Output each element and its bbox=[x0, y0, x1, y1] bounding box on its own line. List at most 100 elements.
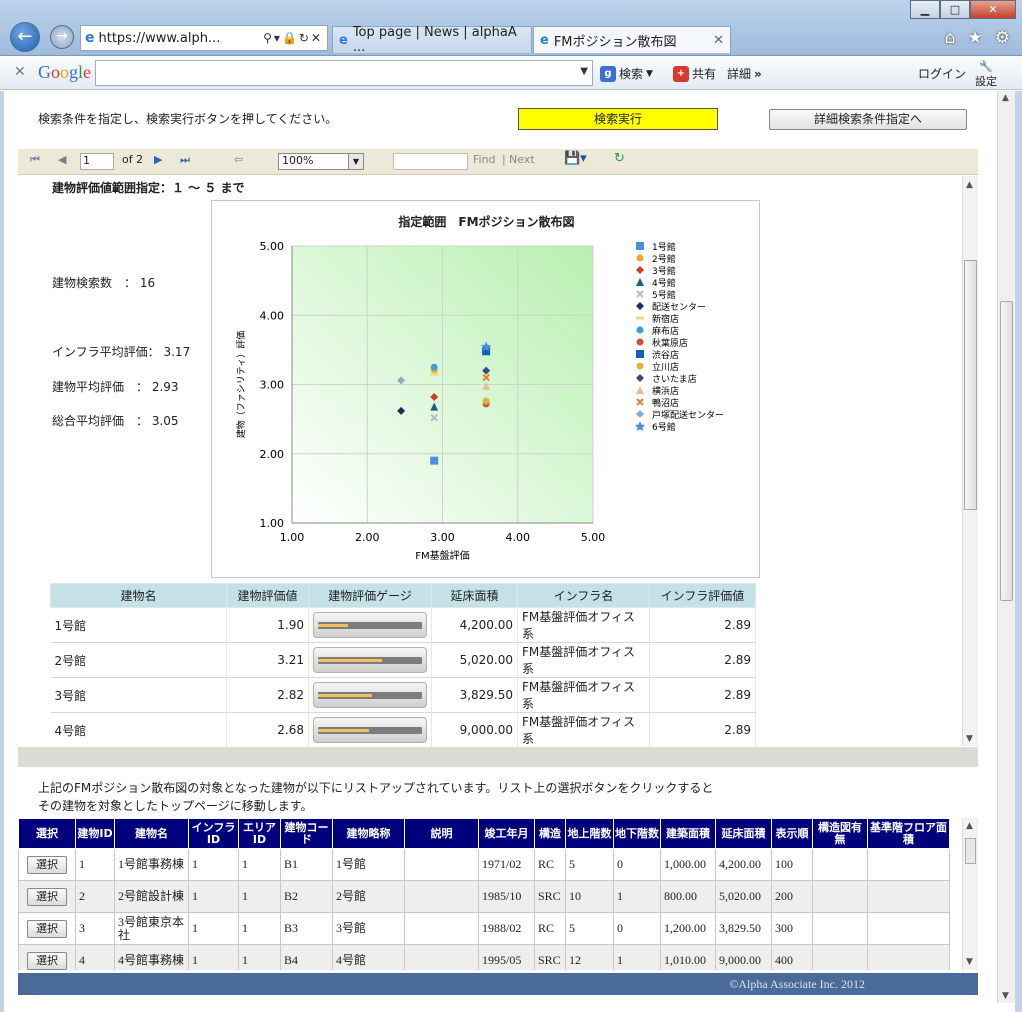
scroll-up-icon[interactable]: ▲ bbox=[966, 821, 973, 831]
legend-label: 麻布店 bbox=[652, 325, 679, 337]
legend-marker bbox=[636, 350, 644, 358]
google-search-button[interactable]: g 検索 ▼ bbox=[600, 65, 653, 82]
refresh-icon[interactable]: ↻ bbox=[614, 151, 625, 166]
google-search-input[interactable]: ▼ bbox=[95, 60, 593, 86]
select-button[interactable]: 選択 bbox=[27, 919, 67, 938]
list-scroll-thumb[interactable] bbox=[965, 838, 976, 864]
legend-label: 4号館 bbox=[652, 277, 676, 289]
list-col-header: 建築面積 bbox=[660, 818, 716, 849]
list-cell: 3号館 bbox=[332, 912, 405, 945]
tab-top-page[interactable]: e Top page | News | alphaA ... bbox=[332, 25, 532, 55]
list-cell: 1号館 bbox=[332, 848, 405, 881]
select-button[interactable]: 選択 bbox=[27, 855, 67, 874]
stat-label: 建物検索数 ： bbox=[52, 276, 137, 290]
legend-label: 3号館 bbox=[652, 265, 676, 277]
legend-label: 6号館 bbox=[652, 421, 676, 433]
list-cell: 1 bbox=[238, 880, 281, 913]
list-cell: 3号館東京本社 bbox=[114, 912, 189, 945]
address-bar[interactable]: e https://www.alph... ⚲▾🔒↻✕ bbox=[80, 25, 328, 51]
scroll-up-icon[interactable]: ▲ bbox=[1002, 93, 1009, 103]
select-button[interactable]: 選択 bbox=[27, 951, 67, 970]
list-scrollbar[interactable]: ▲ ▼ bbox=[962, 818, 978, 970]
report-scroll-thumb[interactable] bbox=[964, 260, 977, 510]
y-axis-label: 建物（ファシリティ）評価 bbox=[235, 331, 247, 438]
building-name-cell: 2号館 bbox=[50, 642, 227, 678]
page-scroll-thumb[interactable] bbox=[1000, 301, 1013, 601]
y-tick-label: 5.00 bbox=[260, 240, 285, 253]
back-to-parent-icon[interactable]: ⇦ bbox=[234, 153, 243, 166]
building-list-table: 選択 建物ID 建物名 インフラID エリアID 建物コード 建物略称 説明 竣工年月 構造 地上階… bbox=[18, 818, 950, 970]
list-col-header: 地下階数 bbox=[613, 818, 661, 849]
list-row: 選択 4 4号館事務棟 1 1 B4 4号館 1995/05 SRC 12 1 1,010.00 9,0… bbox=[18, 944, 950, 970]
infra-name-cell: FM基盤評価オフィス系 bbox=[517, 642, 650, 678]
google-login-button[interactable]: ログイン bbox=[918, 65, 966, 82]
chevron-down-icon[interactable]: ▼ bbox=[348, 154, 363, 169]
list-cell bbox=[404, 880, 479, 913]
gear-icon[interactable]: ⚙ bbox=[995, 28, 1010, 48]
find-input[interactable] bbox=[393, 153, 468, 170]
list-cell: 1号館事務棟 bbox=[114, 848, 189, 881]
list-col-header: 建物コード bbox=[280, 818, 333, 849]
select-cell: 選択 bbox=[18, 944, 76, 970]
scroll-down-icon[interactable]: ▼ bbox=[1002, 991, 1009, 1001]
scroll-down-icon[interactable]: ▼ bbox=[966, 734, 973, 744]
minimize-button[interactable]: ▁ bbox=[910, 0, 940, 19]
gauge-track bbox=[318, 657, 422, 664]
note-line-2: その建物を対象としたトップページに移動します。 bbox=[38, 799, 313, 813]
address-controls-icon[interactable]: ⚲▾🔒↻✕ bbox=[263, 31, 323, 45]
last-page-icon[interactable]: ⏭ bbox=[180, 153, 190, 167]
stat-infra-avg: インフラ平均評価： 3.17 bbox=[52, 343, 190, 360]
infra-name-cell: FM基盤評価オフィス系 bbox=[517, 607, 650, 643]
footer: ©Alpha Associate Inc. 2012 bbox=[18, 973, 978, 995]
scroll-up-icon[interactable]: ▲ bbox=[966, 180, 973, 190]
next-link[interactable]: Next bbox=[509, 153, 535, 166]
stat-total-avg: 総合平均評価 ： 3.05 bbox=[52, 412, 179, 429]
zoom-select[interactable]: 100% ▼ bbox=[278, 153, 364, 170]
range-label: 建物評価値範囲指定：１ ～ ５ まで bbox=[52, 181, 245, 195]
list-cell: 1988/02 bbox=[478, 912, 535, 945]
home-icon[interactable]: ⌂ bbox=[945, 28, 956, 48]
gauge-fill bbox=[318, 624, 349, 627]
google-detail-button[interactable]: 詳細» bbox=[727, 65, 762, 82]
maximize-button[interactable]: □ bbox=[940, 0, 970, 19]
prev-page-icon[interactable]: ◀ bbox=[58, 153, 66, 166]
list-cell: 10 bbox=[565, 880, 614, 913]
x-axis-label: FM基盤評価 bbox=[415, 549, 469, 562]
scatter-point bbox=[430, 372, 439, 376]
legend-marker bbox=[636, 398, 644, 406]
close-tab-icon[interactable]: ✕ bbox=[713, 33, 724, 48]
page-number-input[interactable]: 1 bbox=[80, 153, 114, 170]
list-cell bbox=[867, 880, 950, 913]
tab-scatter[interactable]: e FMポジション散布図 ✕ bbox=[533, 26, 731, 53]
find-separator: | bbox=[502, 153, 506, 166]
back-button[interactable]: ← bbox=[10, 22, 40, 52]
report-scrollbar[interactable]: ▲ ▼ bbox=[962, 176, 978, 746]
chevron-down-icon[interactable]: ▼ bbox=[580, 66, 588, 77]
favorites-star-icon[interactable]: ★ bbox=[968, 28, 983, 48]
legend-marker bbox=[636, 254, 644, 262]
list-cell: 1,000.00 bbox=[660, 848, 716, 881]
scroll-down-icon[interactable]: ▼ bbox=[966, 957, 973, 967]
select-button[interactable]: 選択 bbox=[27, 887, 67, 906]
google-share-button[interactable]: + 共有 bbox=[673, 65, 716, 82]
detail-search-button[interactable]: 詳細検索条件指定へ bbox=[769, 109, 967, 130]
export-save-icon[interactable]: 💾▾ bbox=[564, 151, 587, 166]
stat-building-avg: 建物平均評価 ： 2.93 bbox=[52, 378, 179, 395]
close-toolbar-icon[interactable]: ✕ bbox=[14, 64, 26, 80]
search-run-button[interactable]: 検索実行 bbox=[518, 108, 718, 130]
tab-label: FMポジション散布図 bbox=[553, 34, 677, 50]
next-page-icon[interactable]: ▶ bbox=[154, 153, 162, 166]
table-row: 3号館 2.82 3,829.50 FM基盤評価オフィス系 2.89 bbox=[50, 677, 756, 713]
legend-marker bbox=[636, 302, 644, 310]
find-link[interactable]: Find bbox=[473, 153, 496, 166]
page-scrollbar[interactable]: ▲ ▼ bbox=[997, 91, 1015, 1003]
google-settings-button[interactable]: 🔧 設定 bbox=[975, 60, 997, 89]
col-header: 建物名 bbox=[50, 583, 227, 608]
infra-score-cell: 2.89 bbox=[649, 642, 756, 678]
first-page-icon[interactable]: ⏮ bbox=[30, 153, 40, 167]
forward-button[interactable]: → bbox=[50, 25, 74, 49]
list-cell: 1 bbox=[188, 880, 239, 913]
list-cell: 1 bbox=[238, 848, 281, 881]
list-cell: 5 bbox=[565, 848, 614, 881]
close-window-button[interactable]: ✕ bbox=[970, 0, 1016, 19]
